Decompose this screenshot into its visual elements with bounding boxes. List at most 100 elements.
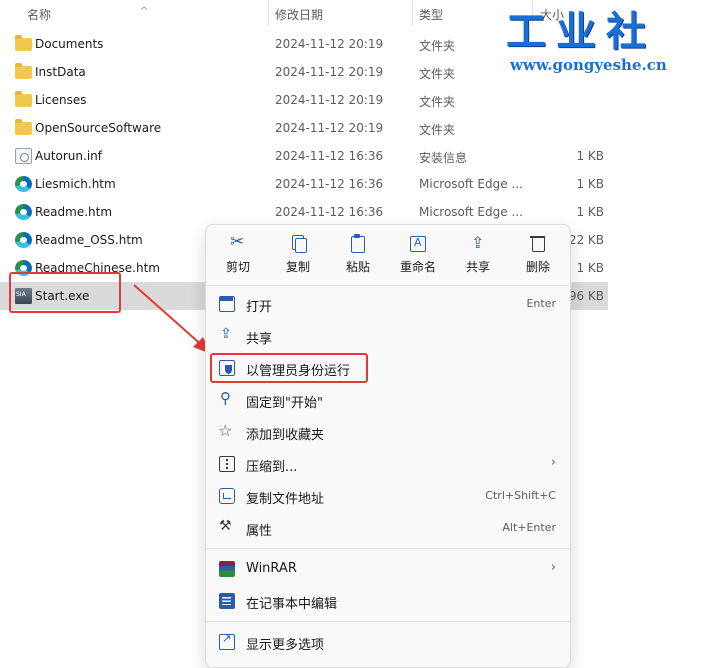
file-name: Licenses xyxy=(35,93,87,107)
file-date: 2024-11-12 16:36 xyxy=(275,205,384,219)
copy-path-icon xyxy=(219,488,235,504)
delete-label: 删除 xyxy=(525,260,550,274)
folder-icon xyxy=(15,63,32,79)
file-name: Liesmich.htm xyxy=(35,177,116,191)
menu-item-label: 打开 xyxy=(246,300,273,315)
open-icon xyxy=(219,296,235,312)
rename-button[interactable]: 重命名 xyxy=(390,235,446,277)
explorer-window: 名称 ^ 修改日期 类型 大小 Documents 2024-11-12 20:… xyxy=(0,0,706,668)
notepad-icon xyxy=(219,593,235,609)
delete-button[interactable]: 删除 xyxy=(510,235,566,277)
menu-item-open[interactable]: 打开 Enter xyxy=(206,289,572,319)
winrar-icon xyxy=(219,561,235,577)
column-divider[interactable] xyxy=(412,0,413,26)
copy-icon xyxy=(289,235,307,253)
cut-icon xyxy=(229,232,247,253)
file-name: OpenSourceSoftware xyxy=(35,121,162,135)
edge-icon xyxy=(15,176,32,192)
file-name: InstData xyxy=(35,65,86,79)
share-icon xyxy=(469,233,487,253)
menu-divider xyxy=(206,548,572,549)
star-icon xyxy=(218,421,235,440)
menu-item-show-more-options[interactable]: 显示更多选项 xyxy=(206,627,572,657)
file-size: 1 KB xyxy=(576,149,604,163)
column-divider[interactable] xyxy=(268,0,269,26)
menu-item-compress[interactable]: 压缩到... › xyxy=(206,449,572,479)
watermark-logo: 工业社 xyxy=(506,8,656,55)
folder-icon xyxy=(15,91,32,107)
context-menu: 剪切 复制 粘贴 重命名 共享 删除 xyxy=(205,224,572,668)
cut-button[interactable]: 剪切 xyxy=(210,232,266,277)
delete-icon xyxy=(529,235,547,253)
more-options-icon xyxy=(219,632,235,650)
file-type: Microsoft Edge ... xyxy=(419,205,523,219)
folder-icon xyxy=(15,35,32,51)
file-type: Microsoft Edge ... xyxy=(419,177,523,191)
file-size: 22 KB xyxy=(568,233,604,247)
file-name: Documents xyxy=(35,37,104,51)
menu-item-shortcut: Ctrl+Shift+C xyxy=(485,489,556,502)
file-name: Readme_OSS.htm xyxy=(35,233,143,247)
file-type: 文件夹 xyxy=(419,95,456,109)
share-quick-button[interactable]: 共享 xyxy=(450,233,506,277)
file-row[interactable]: Autorun.inf 2024-11-12 16:36 安装信息 1 KB xyxy=(0,142,608,170)
file-size: 1 KB xyxy=(576,177,604,191)
highlight-box-start-exe xyxy=(9,272,121,313)
menu-item-label: 固定到"开始" xyxy=(246,396,323,411)
menu-item-edit-in-notepad[interactable]: 在记事本中编辑 xyxy=(206,586,572,616)
file-date: 2024-11-12 20:19 xyxy=(275,37,384,51)
rename-icon xyxy=(409,235,427,253)
highlight-box-run-as-admin xyxy=(210,353,368,383)
menu-item-label: 在记事本中编辑 xyxy=(246,597,338,612)
menu-item-add-to-favorites[interactable]: 添加到收藏夹 xyxy=(206,417,572,447)
file-row[interactable]: Liesmich.htm 2024-11-12 16:36 Microsoft … xyxy=(0,170,608,198)
paste-button[interactable]: 粘贴 xyxy=(330,234,386,277)
sort-caret-icon: ^ xyxy=(140,6,149,17)
edge-icon xyxy=(15,204,32,220)
file-date: 2024-11-12 20:19 xyxy=(275,65,384,79)
menu-item-label: 压缩到... xyxy=(246,460,298,475)
column-header-date[interactable]: 修改日期 xyxy=(275,6,323,23)
pin-icon xyxy=(219,389,235,408)
menu-item-label: 共享 xyxy=(246,332,273,347)
file-row[interactable]: Licenses 2024-11-12 20:19 文件夹 xyxy=(0,86,608,114)
column-header-type[interactable]: 类型 xyxy=(419,6,443,23)
share-icon xyxy=(219,326,235,344)
file-size: 1 KB xyxy=(576,261,604,275)
file-size: 96 KB xyxy=(568,289,604,303)
file-type: 安装信息 xyxy=(419,151,468,165)
menu-item-label: 复制文件地址 xyxy=(246,492,325,507)
paste-icon xyxy=(349,234,367,253)
menu-item-pin-to-start[interactable]: 固定到"开始" xyxy=(206,385,572,415)
edge-icon xyxy=(15,232,32,248)
file-name: Readme.htm xyxy=(35,205,113,219)
copy-label: 复制 xyxy=(285,260,310,274)
file-row[interactable]: Readme.htm 2024-11-12 16:36 Microsoft Ed… xyxy=(0,198,608,226)
menu-item-winrar[interactable]: WinRAR › xyxy=(206,554,572,584)
menu-item-label: 显示更多选项 xyxy=(246,638,325,653)
wrench-icon xyxy=(219,518,235,536)
menu-item-properties[interactable]: 属性 Alt+Enter xyxy=(206,513,572,543)
menu-item-label: 添加到收藏夹 xyxy=(246,428,325,443)
copy-button[interactable]: 复制 xyxy=(270,235,326,277)
file-date: 2024-11-12 20:19 xyxy=(275,93,384,107)
menu-item-shortcut: Alt+Enter xyxy=(502,521,556,534)
file-row[interactable]: OpenSourceSoftware 2024-11-12 20:19 文件夹 xyxy=(0,114,608,142)
file-name: Autorun.inf xyxy=(35,149,102,163)
menu-item-share[interactable]: 共享 xyxy=(206,321,572,351)
quick-action-bar: 剪切 复制 粘贴 重命名 共享 删除 xyxy=(206,225,572,283)
cut-label: 剪切 xyxy=(225,260,250,274)
chevron-right-icon: › xyxy=(550,455,556,470)
zip-icon xyxy=(219,456,235,472)
menu-item-copy-path[interactable]: 复制文件地址 Ctrl+Shift+C xyxy=(206,481,572,511)
menu-divider xyxy=(206,621,572,622)
column-header-name[interactable]: 名称 xyxy=(27,6,51,23)
watermark-url: www.gongyeshe.cn xyxy=(510,56,667,74)
file-date: 2024-11-12 16:36 xyxy=(275,149,384,163)
file-size: 1 KB xyxy=(576,205,604,219)
file-type: 文件夹 xyxy=(419,39,456,53)
file-type: 文件夹 xyxy=(419,123,456,137)
paste-label: 粘贴 xyxy=(345,260,370,274)
share-label: 共享 xyxy=(465,260,490,274)
menu-item-label: WinRAR xyxy=(246,561,297,576)
